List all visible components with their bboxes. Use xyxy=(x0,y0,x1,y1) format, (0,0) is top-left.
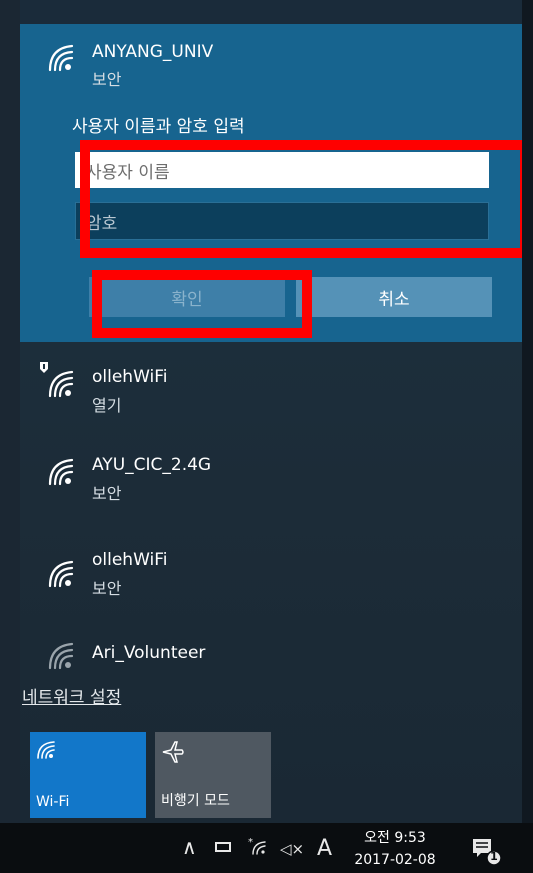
wifi-tray-icon[interactable]: * xyxy=(248,836,268,856)
clock[interactable]: 오전 9:53 2017-02-08 xyxy=(352,828,438,870)
action-center-button[interactable]: 1 xyxy=(472,838,502,866)
scrollbar-track[interactable] xyxy=(522,0,533,823)
credentials-highlight-box xyxy=(80,140,530,258)
notification-icon xyxy=(473,839,502,866)
input-method-indicator[interactable]: A xyxy=(317,836,332,861)
network-settings-link[interactable]: 네트워크 설정 xyxy=(22,683,121,708)
network-name[interactable]: Ari_Volunteer xyxy=(92,643,205,663)
battery-icon[interactable] xyxy=(215,842,231,852)
wifi-shield-icon xyxy=(40,362,74,398)
wifi-quick-action-tile[interactable]: Wi-Fi xyxy=(30,732,146,818)
wifi-icon xyxy=(48,458,74,486)
network-name[interactable]: ollehWiFi xyxy=(92,550,168,570)
notification-count-badge: 1 xyxy=(490,850,498,863)
airplane-mode-tile[interactable]: 비행기 모드 xyxy=(155,732,271,818)
network-status: 보안 xyxy=(92,484,122,503)
clock-date: 2017-02-08 xyxy=(354,852,436,868)
flyout-top-strip xyxy=(20,0,528,24)
network-name[interactable]: AYU_CIC_2.4G xyxy=(92,455,211,475)
screen: ANYANG_UNIV 보안 사용자 이름과 암호 입력 사용자 이름 암호 확… xyxy=(0,0,533,873)
wifi-icon xyxy=(37,741,55,759)
network-status: 열기 xyxy=(92,396,122,415)
svg-text:*: * xyxy=(248,837,253,848)
clock-time: 오전 9:53 xyxy=(364,830,426,846)
wifi-icon xyxy=(48,44,74,72)
network-status: 보안 xyxy=(92,70,122,89)
tile-label: Wi-Fi xyxy=(36,794,70,810)
show-hidden-icons-button[interactable]: ∧ xyxy=(182,835,197,859)
network-status: 보안 xyxy=(92,579,122,598)
airplane-icon xyxy=(162,741,184,763)
wifi-icon xyxy=(48,560,74,588)
cancel-button[interactable]: 취소 xyxy=(296,277,492,317)
network-name: ANYANG_UNIV xyxy=(92,42,214,62)
tile-label: 비행기 모드 xyxy=(161,793,230,809)
credential-prompt: 사용자 이름과 암호 입력 xyxy=(72,117,245,137)
network-name[interactable]: ollehWiFi xyxy=(92,367,168,387)
volume-muted-icon[interactable]: ◁× xyxy=(280,840,304,858)
wifi-icon xyxy=(48,642,74,670)
ok-button-highlight-box xyxy=(92,270,312,338)
